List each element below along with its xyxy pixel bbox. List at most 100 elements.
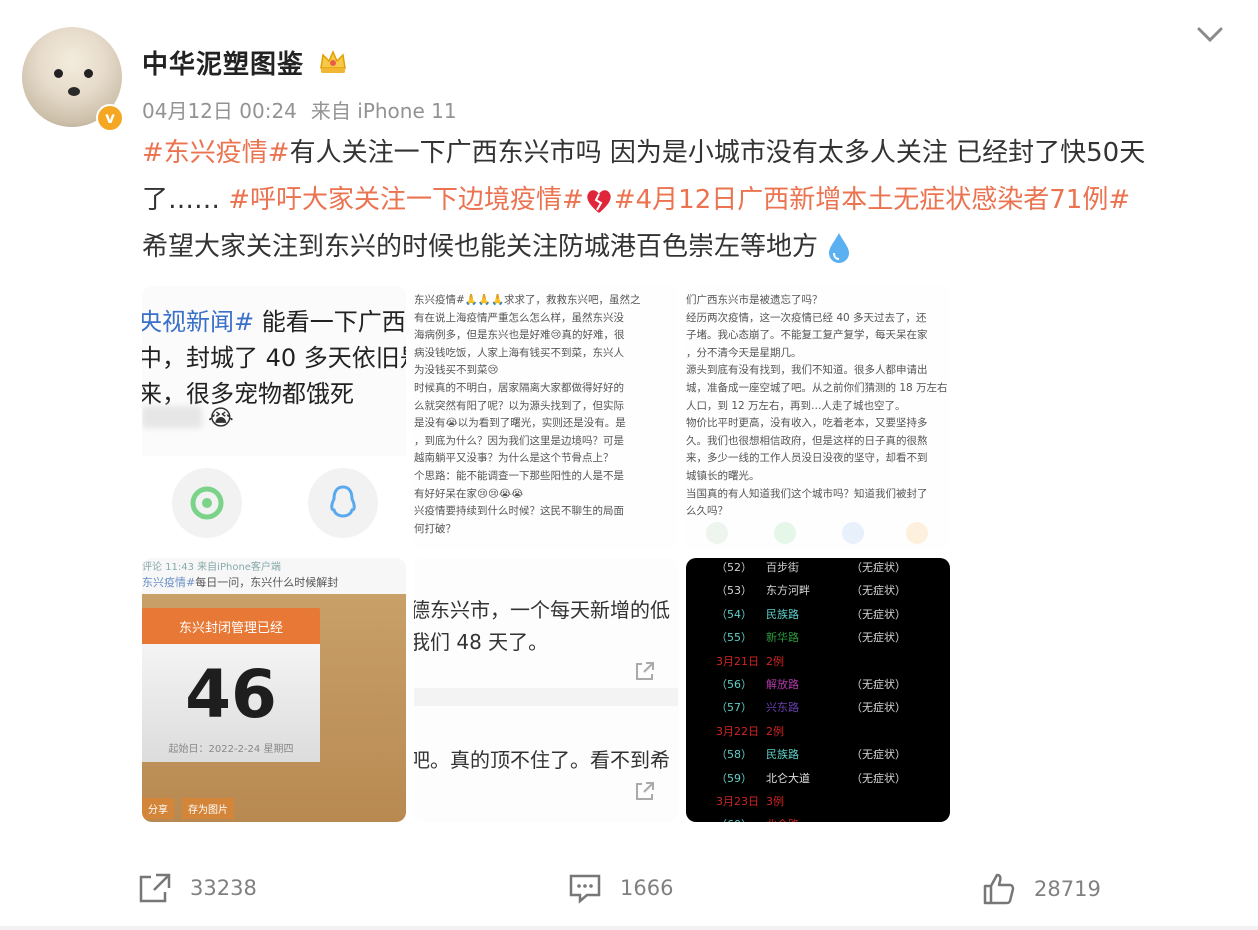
screenshot-text-line: 是没有😭以为看到了曙光，实则还是没有。是: [414, 417, 626, 430]
image-4-save: 存为图片: [182, 798, 234, 819]
screenshot-text-line: 们广西东兴市是被遗忘了吗？: [686, 294, 823, 306]
image-3-text: 们广西东兴市是被遗忘了吗？ 经历两次疫情，这一次疫情已经 40 多天过去了，还 子堵…: [686, 292, 950, 521]
case-location: 百步街: [766, 561, 799, 574]
screenshot-text-line: 物价比平时更高，没有收入，吃着老本，又要坚持多: [686, 417, 928, 430]
screenshot-text-line: 当国真的有人知道我们这个城市吗？知道我们被封了: [686, 487, 928, 500]
post-date[interactable]: 04月12日 00:24: [142, 99, 297, 123]
post-image-2[interactable]: 东兴疫情#🙏🙏🙏求求了，救救东兴吧，虽然之 有在说上海疫情严重怎么怎么样，虽然东兴…: [414, 286, 678, 550]
image-4-buttons: 分享 存为图片: [142, 798, 242, 819]
case-row: （56） 解放路 （无症状）: [716, 673, 950, 696]
image-4-start-date: 起始日：2022-2-24 星期四: [168, 744, 294, 755]
case-status: （无症状）: [851, 607, 906, 621]
case-row: 3月22日 2例: [716, 720, 950, 743]
like-button[interactable]: 28719: [982, 872, 1101, 906]
like-icon: [983, 873, 1015, 905]
image-1-line: 央视新闻#: [142, 308, 255, 336]
image-5-line: 吧。真的顶不住了。看不到希: [414, 748, 670, 772]
screenshot-text-line: 个思路：能不能调查一下那些阳性的人是不是: [414, 469, 624, 482]
case-index: （56）: [716, 678, 752, 692]
broken-heart-icon: [587, 189, 611, 213]
case-location: 民族路: [766, 748, 799, 762]
image-1-share-bar: [142, 456, 406, 550]
qq-share-icon: [842, 522, 864, 544]
save-icon: [906, 522, 928, 544]
screenshot-text-line: 有在说上海疫情严重怎么怎么样，虽然东兴没: [414, 311, 624, 324]
hashtag-link[interactable]: #呼吁大家关注一下边境疫情#: [228, 185, 584, 215]
screenshot-text-line: 何打破？: [414, 522, 456, 535]
post-body: 希望大家关注到东兴的时候也能关注防城港百色崇左等地方: [142, 232, 819, 262]
case-index: 3月23日: [716, 795, 759, 809]
image-4-tag: 东兴疫情#: [142, 576, 196, 589]
post-image-1[interactable]: 央视新闻# 能看一下广西防 中，封城了 40 多天依旧是 来，很多宠物都饿死 😭: [142, 286, 406, 550]
share-out-icon: [634, 660, 656, 686]
screenshot-text-line: 有好好呆在家😢😢😭😭: [414, 487, 524, 500]
moments-share-icon: [774, 522, 796, 544]
username[interactable]: 中华泥塑图鉴: [142, 44, 304, 81]
comment-icon: [569, 874, 601, 904]
screenshot-text-line: 海病例多，但是东兴也是好难😢真的好难，很: [414, 329, 625, 342]
case-index: （59）: [716, 771, 752, 785]
image-1-line: 能看一下广西防: [261, 308, 406, 336]
share-icon: [139, 873, 171, 903]
comment-button[interactable]: 1666: [568, 872, 673, 904]
case-row: （60）北仑路: [716, 813, 950, 822]
case-location: 北仑大道: [766, 771, 810, 785]
share-button[interactable]: 33238: [138, 872, 257, 904]
post-image-6[interactable]: （52） 百步街 （无症状） （53） 东方河畔 （无症状） （54） 民族路 （无症状） （55…: [686, 558, 950, 822]
screenshot-text-line: ，分不清今天是星期几。: [686, 346, 802, 359]
verified-v-icon: v: [96, 104, 124, 132]
image-4-day-count: 46: [185, 656, 277, 733]
case-row: （59） 北仑大道 （无症状）: [716, 767, 950, 790]
case-location: 2例: [766, 654, 784, 668]
case-status: （无症状）: [851, 631, 906, 645]
case-index: 3月21日: [716, 654, 759, 668]
post-image-3[interactable]: 们广西东兴市是被遗忘了吗？ 经历两次疫情，这一次疫情已经 40 多天过去了，还 子堵…: [686, 286, 950, 550]
screenshot-text-line: 源头到底有没有找到，我们不知道。很多人都申请出: [686, 364, 928, 377]
case-row: （58） 民族路 （无症状）: [716, 743, 950, 766]
image-6-case-list: （52） 百步街 （无症状） （53） 东方河畔 （无症状） （54） 民族路 （无症状） （55…: [716, 558, 950, 822]
image-2-text: 东兴疫情#🙏🙏🙏求求了，救救东兴吧，虽然之 有在说上海疫情严重怎么怎么样，虽然东兴…: [414, 292, 678, 538]
image-5-line: 德东兴市，一个每天新增的低: [414, 598, 670, 622]
crying-emoji-icon: 😭: [208, 406, 234, 431]
case-index: （52）: [716, 561, 752, 574]
post-source: 来自 iPhone 11: [310, 99, 457, 123]
post-text: #东兴疫情#有人关注一下广西东兴市吗 因为是小城市没有太多人关注 已经封了快50…: [142, 130, 1222, 271]
image-5-separator: [414, 688, 678, 706]
hashtag-link[interactable]: #东兴疫情#: [142, 138, 290, 168]
screenshot-text-line: 久。我们也很想相信政府，但是这样的日子真的很熬: [686, 434, 928, 447]
screenshot-text-line: 城，准备成一座空城了吧。从之前你们猜测的 18 万左右: [686, 381, 948, 394]
chevron-down-icon[interactable]: [1196, 22, 1224, 46]
qq-share-icon: [308, 468, 378, 538]
case-index: （53）: [716, 584, 752, 598]
case-location: 民族路: [766, 607, 799, 621]
hashtag-link[interactable]: #4月12日广西新增本土无症状感染者71例#: [614, 185, 1130, 215]
screenshot-text-line: 时候真的不明白，居家隔离大家都做得好好的: [414, 381, 624, 394]
screenshot-text-line: 城镇长的曙光。: [686, 469, 760, 482]
screenshot-text-line: 么就突然有阳了呢？以为源头找到了，但实际: [414, 399, 624, 412]
image-1-blur: [142, 406, 202, 428]
screenshot-text-line: ，到底为什么？因为我们这里是边境吗？可是: [414, 434, 624, 447]
case-index: 3月22日: [716, 724, 759, 738]
case-row: （55） 新华路 （无症状）: [716, 626, 950, 649]
case-row: （54） 民族路 （无症状）: [716, 603, 950, 626]
crown-badge-icon[interactable]: [318, 46, 348, 76]
image-4-tagline: 东兴疫情#每日一问，东兴什么时候解封: [142, 574, 338, 590]
case-status: （无症状）: [851, 561, 906, 574]
wechat-share-icon: [706, 522, 728, 544]
divider: [0, 926, 1258, 930]
case-location: 3例: [766, 795, 784, 809]
screenshot-text-line: 为没钱买不到菜😢: [414, 364, 499, 377]
screenshot-text-line: 东兴疫情#🙏🙏🙏求求了，救救东兴吧，虽然之: [414, 294, 641, 306]
post-image-5[interactable]: 德东兴市，一个每天新增的低 我们 48 天了。 吧。真的顶不住了。看不到希: [414, 558, 678, 822]
image-1-text: 央视新闻# 能看一下广西防 中，封城了 40 多天依旧是 来，很多宠物都饿死: [142, 304, 406, 412]
case-row: 3月21日 2例: [716, 650, 950, 673]
case-row: 3月23日 3例: [716, 790, 950, 813]
case-index: （54）: [716, 607, 752, 621]
case-location: 新华路: [766, 631, 799, 645]
case-index: （60）: [716, 813, 766, 822]
case-location: 兴东路: [766, 701, 799, 715]
case-location: 2例: [766, 724, 784, 738]
image-3-share-bar: [686, 518, 950, 548]
like-count: 28719: [1034, 877, 1101, 901]
post-image-4[interactable]: 评论 11:43 来自iPhone客户端 东兴疫情#每日一问，东兴什么时候解封 …: [142, 558, 406, 822]
